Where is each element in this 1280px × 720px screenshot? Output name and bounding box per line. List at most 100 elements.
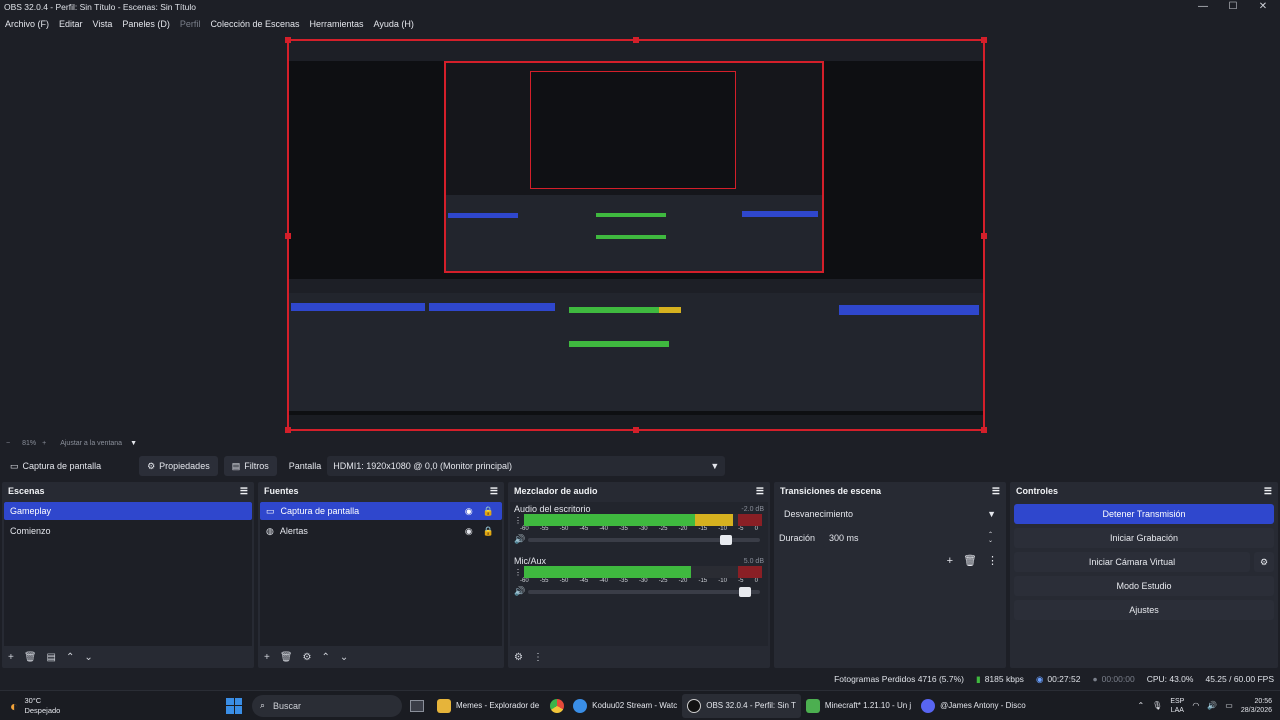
battery-icon[interactable]: ▭ bbox=[1225, 701, 1233, 710]
task-view-icon[interactable] bbox=[410, 699, 424, 712]
more-icon[interactable]: ⋮ bbox=[514, 516, 524, 525]
speaker-icon[interactable]: 🔊 bbox=[514, 586, 528, 597]
menu-docks[interactable]: Paneles (D) bbox=[122, 16, 170, 32]
volume-meter bbox=[524, 566, 762, 578]
menu-edit[interactable]: Editar bbox=[59, 16, 83, 32]
add-icon[interactable]: + bbox=[8, 652, 14, 663]
trash-icon[interactable]: 🗑 bbox=[24, 652, 37, 663]
more-icon[interactable]: ⋮ bbox=[987, 554, 998, 567]
app-label: @James Antony - Disco bbox=[940, 701, 1026, 710]
channel-db: 5.0 dB bbox=[743, 557, 764, 565]
source-name: Captura de pantalla bbox=[22, 461, 102, 471]
transition-select[interactable]: Desvanecimiento ▼ bbox=[778, 504, 1002, 524]
lock-icon[interactable]: 🔒 bbox=[483, 526, 494, 537]
taskbar-search[interactable]: ⌕ Buscar bbox=[252, 694, 402, 717]
record-icon: ● bbox=[1092, 674, 1098, 684]
chevron-up-icon[interactable]: ⌃ bbox=[1137, 701, 1144, 710]
close-button[interactable]: ✕ bbox=[1248, 0, 1278, 14]
properties-button[interactable]: ⚙ Propiedades bbox=[139, 456, 218, 476]
dock-menu-icon[interactable]: ☰ bbox=[490, 486, 498, 497]
transitions-title: Transiciones de escena bbox=[780, 486, 882, 496]
dock-menu-icon[interactable]: ☰ bbox=[756, 486, 764, 497]
maximize-button[interactable]: ☐ bbox=[1218, 0, 1248, 14]
add-icon[interactable]: + bbox=[264, 652, 270, 663]
display-capture-preview[interactable] bbox=[285, 37, 987, 433]
display-value: HDMI1: 1920x1080 @ 0,0 (Monitor principa… bbox=[333, 461, 512, 471]
clock[interactable]: 20:56 28/3/2026 bbox=[1241, 697, 1272, 715]
language-indicator[interactable]: ESP LAA bbox=[1170, 697, 1184, 715]
chevron-down-icon[interactable]: ⌄ bbox=[340, 652, 348, 663]
add-icon[interactable]: + bbox=[947, 555, 953, 567]
source-item[interactable]: ▭ Captura de pantalla ◉ 🔒 bbox=[260, 502, 502, 520]
wifi-icon[interactable]: ◠ bbox=[1192, 701, 1199, 710]
trash-icon[interactable]: 🗑 bbox=[963, 554, 977, 567]
sources-header: Fuentes ☰ bbox=[258, 482, 504, 500]
filter-icon[interactable]: ▤ bbox=[47, 652, 56, 663]
minecraft-icon bbox=[805, 698, 820, 713]
menu-tools[interactable]: Herramientas bbox=[310, 16, 364, 32]
taskbar-app-explorer[interactable]: Memes - Explorador de bbox=[432, 694, 544, 718]
controls-title: Controles bbox=[1016, 486, 1059, 496]
sources-footer: + 🗑 ⚙ ⌃ ⌄ bbox=[258, 648, 504, 666]
source-item[interactable]: ◍ Alertas ◉ 🔒 bbox=[260, 522, 502, 540]
zoom-in-icon[interactable]: + bbox=[42, 440, 46, 447]
studio-mode-button[interactable]: Modo Estudio bbox=[1014, 576, 1274, 596]
lock-icon[interactable]: 🔒 bbox=[483, 506, 494, 517]
transitions-header: Transiciones de escena ☰ bbox=[774, 482, 1006, 500]
stop-streaming-button[interactable]: Detener Transmisión bbox=[1014, 504, 1274, 524]
volume-icon[interactable]: 🔊 bbox=[1207, 701, 1217, 710]
chrome-icon[interactable] bbox=[550, 698, 565, 713]
weather-icon: ◐ bbox=[10, 697, 19, 714]
volume-slider[interactable] bbox=[528, 586, 760, 597]
transition-value: Desvanecimiento bbox=[784, 509, 854, 519]
speaker-icon[interactable]: 🔊 bbox=[514, 534, 528, 545]
menu-help[interactable]: Ayuda (H) bbox=[374, 16, 414, 32]
eye-icon[interactable]: ◉ bbox=[465, 506, 473, 517]
taskbar-app-discord[interactable]: @James Antony - Disco bbox=[916, 694, 1030, 718]
filters-button[interactable]: ▤ Filtros bbox=[223, 456, 277, 476]
dock-menu-icon[interactable]: ☰ bbox=[1264, 486, 1272, 497]
taskbar-app-obs[interactable]: OBS 32.0.4 - Perfil: Sin T bbox=[682, 693, 801, 718]
menu-profile[interactable]: Perfil bbox=[180, 16, 201, 32]
menu-view[interactable]: Vista bbox=[93, 16, 113, 32]
status-bar: Fotogramas Perdidos 4716 (5.7%) ▮ 8185 kb… bbox=[0, 670, 1280, 688]
gear-icon[interactable]: ⚙ bbox=[1254, 552, 1274, 572]
dock-menu-icon[interactable]: ☰ bbox=[992, 486, 1000, 497]
chevron-down-icon[interactable]: ▼ bbox=[130, 440, 137, 447]
microphone-icon[interactable]: 🎙 bbox=[1152, 701, 1162, 710]
duration-input[interactable]: 300 ms ⌃ ⌄ bbox=[823, 528, 1000, 548]
more-icon[interactable]: ⋮ bbox=[514, 568, 524, 577]
volume-slider[interactable] bbox=[528, 534, 760, 545]
filter-icon: ▤ bbox=[231, 460, 241, 471]
zoom-out-icon[interactable]: − bbox=[6, 440, 10, 447]
more-icon[interactable]: ⋮ bbox=[533, 652, 543, 663]
start-recording-button[interactable]: Iniciar Grabación bbox=[1014, 528, 1274, 548]
mixer-channels: Audio del escritorio -2.0 dB ⋮ -60 -55 -50… bbox=[510, 502, 768, 646]
minimize-button[interactable]: — bbox=[1188, 0, 1218, 14]
dock-menu-icon[interactable]: ☰ bbox=[240, 486, 248, 497]
taskbar-app-minecraft[interactable]: Minecraft* 1.21.10 - Un j bbox=[801, 694, 916, 718]
scene-item[interactable]: Gameplay bbox=[4, 502, 252, 520]
taskbar-app-browser[interactable]: Koduu02 Stream - Watc bbox=[568, 694, 682, 718]
chevron-up-icon[interactable]: ⌃ bbox=[66, 652, 74, 663]
gear-icon[interactable]: ⚙ bbox=[303, 652, 312, 663]
spin-arrows-icon[interactable]: ⌃ ⌄ bbox=[988, 532, 993, 544]
settings-button[interactable]: Ajustes bbox=[1014, 600, 1274, 620]
eye-icon[interactable]: ◉ bbox=[465, 526, 473, 537]
trash-icon[interactable]: 🗑 bbox=[280, 652, 293, 663]
search-placeholder: Buscar bbox=[273, 700, 302, 711]
menu-file[interactable]: Archivo (F) bbox=[5, 16, 49, 32]
menu-scene-collection[interactable]: Colección de Escenas bbox=[210, 16, 299, 32]
start-virtual-camera-button[interactable]: Iniciar Cámara Virtual bbox=[1014, 552, 1250, 572]
audio-mixer-dock: Mezclador de audio ☰ Audio del escritori… bbox=[508, 482, 770, 668]
display-select[interactable]: HDMI1: 1920x1080 @ 0,0 (Monitor principa… bbox=[327, 456, 726, 476]
chevron-down-icon[interactable]: ⌄ bbox=[84, 652, 92, 663]
advanced-audio-icon[interactable]: ⚙ bbox=[514, 652, 523, 663]
zoom-fit-label[interactable]: Ajustar a la ventana bbox=[60, 440, 122, 447]
chevron-up-icon[interactable]: ⌃ bbox=[322, 652, 330, 663]
weather-widget[interactable]: ◐ 30°C Despejado bbox=[10, 696, 130, 716]
windows-start-icon[interactable] bbox=[226, 697, 242, 714]
scenes-title: Escenas bbox=[8, 486, 45, 496]
channel-name: Audio del escritorio bbox=[514, 504, 591, 514]
scene-item[interactable]: Comienzo bbox=[4, 522, 252, 540]
